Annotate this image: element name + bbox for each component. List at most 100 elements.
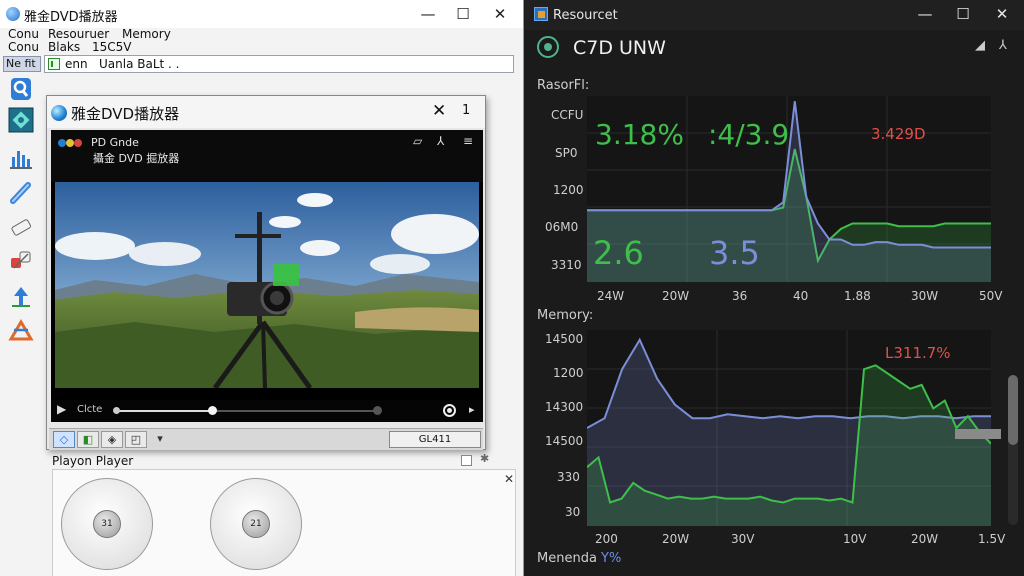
menu-item-blaks[interactable]: Blaks <box>48 40 80 54</box>
menu-row-1: Conu Resouruer Memory <box>0 27 520 41</box>
cpu-x-tick: 20W <box>662 289 690 303</box>
video-frame <box>55 182 479 388</box>
cpu-x-tick: 50V <box>979 289 1003 303</box>
share-icon[interactable] <box>8 318 34 344</box>
dvd-app-icon <box>51 105 67 121</box>
next-icon[interactable]: ▸ <box>469 403 475 416</box>
dvd-indicator[interactable]: 1 <box>462 103 470 118</box>
menu-icon[interactable]: ≡ <box>463 134 473 148</box>
cpu-section-label: RasorFl: <box>537 78 590 93</box>
seek-progress <box>117 410 213 412</box>
playback-controls: ▶ Clcte ▸ <box>51 400 483 422</box>
mem-x-tick: 10V <box>843 532 867 546</box>
eraser-icon[interactable] <box>8 214 34 240</box>
resource-monitor-title: Resourcet <box>553 8 618 23</box>
settings-gear-icon[interactable] <box>537 36 559 58</box>
mem-y-tick: 30 <box>565 505 581 519</box>
pin-right-icon[interactable]: ⅄ <box>999 38 1007 53</box>
memory-section-label: Memory: <box>537 308 594 323</box>
minimize-button[interactable]: — <box>418 4 438 24</box>
player-panel-label: Playon Player <box>52 454 134 468</box>
layer-tool-button[interactable]: ◧ <box>77 431 99 448</box>
left-knob-cap[interactable]: 31 <box>93 510 121 538</box>
cpu-x-tick: 30W <box>911 289 939 303</box>
diamond-tool-button[interactable]: ◇ <box>53 431 75 448</box>
target-icon[interactable] <box>8 107 34 133</box>
cpu-x-tick: 36 <box>732 289 748 303</box>
path-bar[interactable]: enn Uanla BaLt . . <box>44 55 514 73</box>
cpu-y-tick: 06M0 <box>545 220 579 234</box>
app-icon <box>6 7 20 21</box>
play-button[interactable]: ▶ <box>57 402 66 416</box>
panel-star-icon[interactable]: ✱ <box>480 452 489 465</box>
rm-close-button[interactable]: ✕ <box>992 4 1012 24</box>
mem-y-tick: 14500 <box>545 332 584 346</box>
path-text-2: Uanla BaLt . . <box>99 57 180 71</box>
monitor-name: C7D UNW <box>573 37 666 59</box>
menu-item-conu-2[interactable]: Conu <box>8 40 39 54</box>
mem-x-tick: 1.5V <box>978 532 1006 546</box>
left-knob[interactable]: 31 <box>61 478 153 570</box>
mem-x-tick: 200 <box>595 532 618 546</box>
chart-icon[interactable] <box>8 145 34 171</box>
memory-value: L311.7% <box>885 344 951 362</box>
rm-maximize-button[interactable]: ☐ <box>953 4 973 24</box>
menu-item-conu[interactable]: Conu <box>8 27 39 41</box>
dvd-toolbar: ◇ ◧ ◈ ◰ ▾ GL411 <box>49 428 483 450</box>
cpu-y-tick: SP0 <box>555 146 578 160</box>
pen-icon[interactable] <box>8 180 34 206</box>
cpu-x-tick: 1.88 <box>844 289 871 303</box>
tools-icon[interactable] <box>8 248 34 274</box>
mem-y-tick: 14500 <box>545 434 584 448</box>
cpu-value-2: :4/3.9 <box>708 118 790 151</box>
dvd-title: 雅金DVD播放器 <box>71 105 180 123</box>
menu-item-count[interactable]: 15C5V <box>92 40 132 54</box>
mem-y-tick: 14300 <box>545 400 584 414</box>
pin-header-icon[interactable]: ⅄ <box>437 134 444 148</box>
pin-icon[interactable] <box>8 284 34 310</box>
search-icon[interactable] <box>8 76 34 102</box>
bottom-label-pct: Y% <box>601 551 622 566</box>
shape-tool-button[interactable]: ◈ <box>101 431 123 448</box>
video-header: PD Gnde 攝金 DVD 掘放器 ▱ ⅄ ≡ <box>51 130 483 182</box>
dvd-app-window: 雅金DVD播放器 — ☐ ✕ Conu Resouruer Memory Con… <box>0 0 524 576</box>
right-knob-cap[interactable]: 21 <box>242 510 270 538</box>
panel-close-button[interactable]: ✕ <box>504 472 514 486</box>
dvd-close-button[interactable]: ✕ <box>432 101 446 121</box>
close-button[interactable]: ✕ <box>490 4 510 24</box>
seek-start <box>113 407 120 414</box>
tool-label[interactable]: Ne fit <box>3 56 41 72</box>
record-icon[interactable] <box>443 404 456 417</box>
bottom-label: Menenda Y% <box>537 551 621 566</box>
menu-item-resource[interactable]: Resouruer <box>48 27 109 41</box>
cpu-value-3: 3.429D <box>871 125 926 143</box>
video-screen[interactable]: PD Gnde 攝金 DVD 掘放器 ▱ ⅄ ≡ ▶ Clcte ▸ <box>51 130 483 422</box>
cpu-y-tick: 1200 <box>553 183 584 197</box>
memory-slider[interactable] <box>955 429 1001 439</box>
cpu-value-4: 2.6 <box>593 234 644 272</box>
rm-minimize-button[interactable]: — <box>915 4 935 24</box>
dvd-titlebar: 雅金DVD播放器 ✕ 1 <box>47 96 485 128</box>
menu-item-memory[interactable]: Memory <box>122 27 171 41</box>
mem-x-tick: 30V <box>731 532 755 546</box>
right-titlebar: Resourcet — ☐ ✕ <box>525 0 1024 30</box>
seek-thumb[interactable] <box>208 406 218 415</box>
monitor-header: C7D UNW ◢ ⅄ <box>525 30 1024 64</box>
dvd-action-button[interactable]: GL411 <box>389 431 481 448</box>
cpu-y-tick: CCFU <box>551 108 584 122</box>
screen-icon[interactable]: ▱ <box>413 134 422 148</box>
resize-icon[interactable]: ◢ <box>975 38 985 53</box>
mem-x-tick: 20W <box>911 532 939 546</box>
dropdown-arrow-button[interactable]: ▾ <box>149 431 171 448</box>
frame-tool-button[interactable]: ◰ <box>125 431 147 448</box>
right-knob[interactable]: 21 <box>210 478 302 570</box>
maximize-button[interactable]: ☐ <box>453 4 473 24</box>
scrollbar-thumb[interactable] <box>1008 375 1018 445</box>
path-text: enn <box>65 57 88 71</box>
seek-end <box>373 406 382 415</box>
cpu-value-5: 3.5 <box>709 234 760 272</box>
video-header-line-2: 攝金 DVD 掘放器 <box>93 152 180 165</box>
disc-logo-icon <box>58 139 82 147</box>
mem-y-tick: 330 <box>557 470 580 484</box>
panel-checkbox[interactable] <box>461 455 472 466</box>
